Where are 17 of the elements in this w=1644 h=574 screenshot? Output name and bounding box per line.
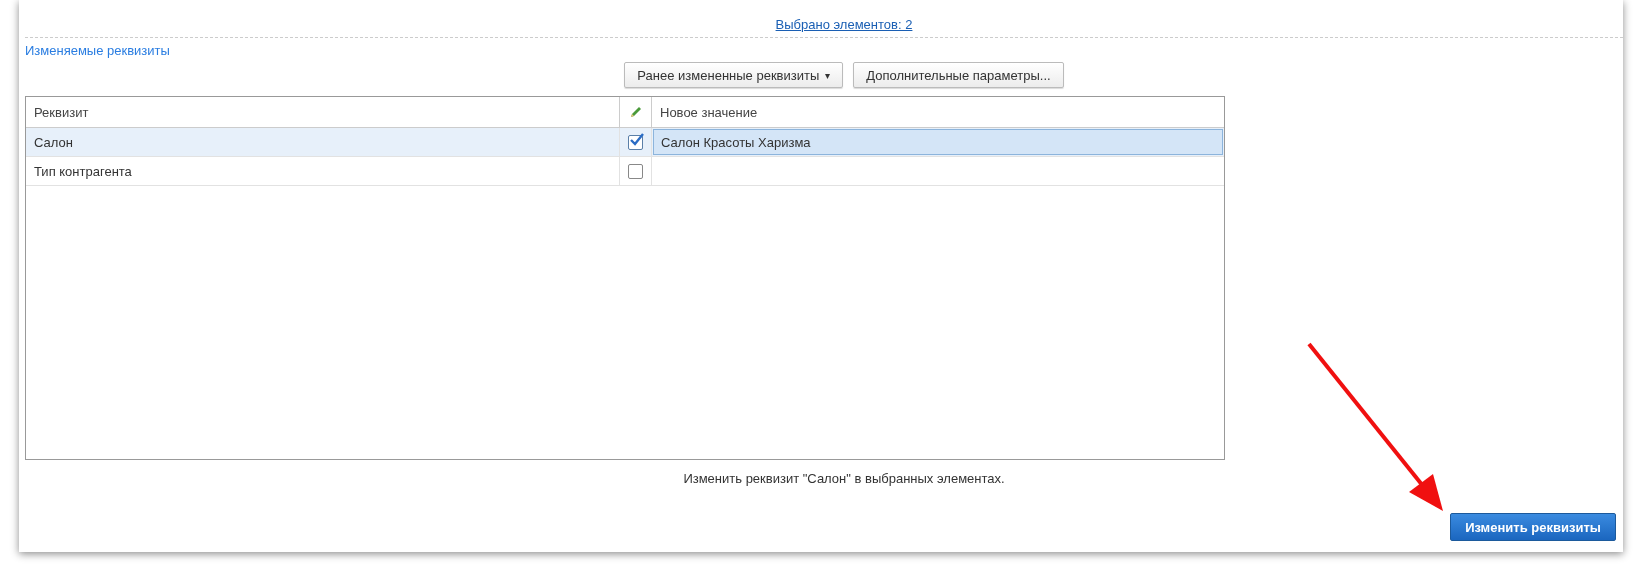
table-cell: Салон — [26, 128, 620, 156]
selection-link[interactable]: Выбрано элементов: 2 — [775, 17, 913, 32]
table-row[interactable]: Тип контрагента — [26, 157, 1224, 186]
checkbox[interactable] — [628, 163, 643, 179]
table-row[interactable]: Салон Салон Красоты Харизма — [26, 128, 1224, 157]
value-field[interactable]: Салон Красоты Харизма — [653, 129, 1223, 155]
column-header: Реквизит — [26, 97, 620, 127]
caret-icon: ▾ — [825, 69, 831, 81]
submit-button[interactable]: Изменить реквизиты — [1450, 513, 1616, 541]
table-cell: Тип контрагента — [26, 157, 620, 185]
checkbox[interactable] — [628, 134, 643, 150]
history-dropdown[interactable]: Ранее измененные реквизиты ▾ — [624, 62, 844, 88]
column-header: Новое значение — [659, 103, 759, 122]
parameters-button[interactable]: Дополнительные параметры... — [853, 62, 1064, 88]
section-title: Изменяемые реквизиты — [25, 43, 170, 58]
pencil-icon — [628, 105, 643, 119]
hint-text: Изменить реквизит "Салон" в выбранных элементах. — [683, 471, 1005, 486]
